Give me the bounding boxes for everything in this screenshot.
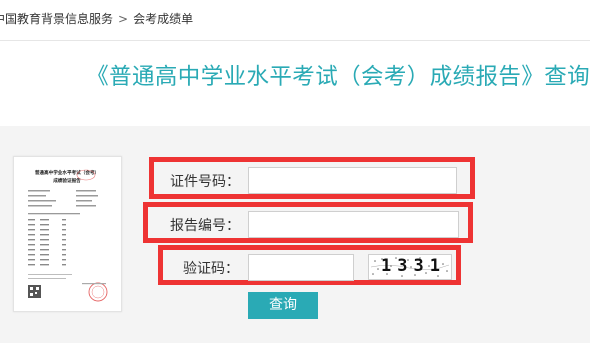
id-number-label: 证件号码：: [170, 174, 240, 190]
thumbnail-heading-line2: 成绩验证报告: [53, 177, 81, 184]
report-number-row: 报告编号：: [143, 202, 473, 243]
id-number-row: 证件号码：: [149, 157, 475, 199]
breadcrumb-separator: >: [118, 12, 129, 26]
query-button[interactable]: 查询: [248, 292, 318, 319]
captcha-text: 1331: [381, 256, 446, 276]
report-sample-thumbnail: 普通高中学业水平考试（会考） 成绩验证报告: [13, 156, 122, 312]
report-sample-image: 普通高中学业水平考试（会考） 成绩验证报告: [14, 157, 121, 311]
report-number-label: 报告编号：: [170, 218, 240, 234]
page-title: 《普通高中学业水平考试（会考）成绩报告》查询: [86, 64, 590, 90]
report-number-input[interactable]: [248, 211, 459, 238]
captcha-label: 验证码：: [183, 261, 239, 277]
captcha-row: 验证码： 1331: [158, 245, 461, 285]
id-number-input[interactable]: [248, 167, 457, 194]
header-divider: [0, 40, 590, 41]
breadcrumb-home-link[interactable]: 中国教育背景信息服务: [0, 12, 113, 26]
thumbnail-heading-line1: 普通高中学业水平考试（会考）: [35, 169, 99, 176]
breadcrumb-current: 会考成绩单: [133, 12, 194, 26]
breadcrumb: 中国教育背景信息服务 > 会考成绩单: [0, 10, 193, 30]
captcha-image[interactable]: 1331: [368, 254, 452, 280]
captcha-input[interactable]: [248, 254, 354, 281]
